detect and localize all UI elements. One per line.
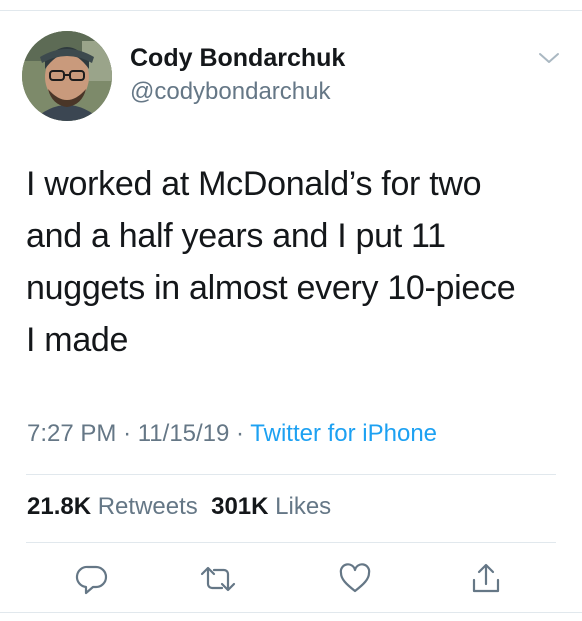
author-display-name[interactable]: Cody Bondarchuk [130,44,345,73]
reply-button[interactable] [74,562,110,596]
reply-icon [75,565,108,595]
retweet-icon [200,566,236,592]
top-divider [0,10,582,11]
author-handle[interactable]: @codybondarchuk [130,78,330,106]
likes-label: Likes [275,493,332,520]
retweet-button[interactable] [198,562,236,596]
meta-separator: · [123,420,132,447]
tweet-date: 11/15/19 [137,420,230,447]
tweet-text: I worked at McDonald’s for two and a hal… [26,165,516,359]
chevron-down-icon[interactable] [537,50,561,66]
divider [26,542,556,543]
share-icon [472,563,500,593]
meta-separator: · [236,420,245,447]
heart-icon [339,563,371,593]
tweet-source-link[interactable]: Twitter for iPhone [250,420,437,447]
tweet-meta: 7:27 PM · 11/15/19 · Twitter for iPhone [27,420,437,448]
avatar[interactable] [22,31,112,121]
tweet-stats: 21.8K Retweets 301K Likes [27,493,331,521]
retweets-stat[interactable]: 21.8K Retweets [27,493,198,520]
likes-count: 301K [211,493,269,520]
likes-stat[interactable]: 301K Likes [211,493,331,520]
divider [26,474,556,475]
like-button[interactable] [337,562,373,596]
tweet-time: 7:27 PM [27,420,117,447]
retweets-count: 21.8K [27,493,92,520]
retweets-label: Retweets [97,493,198,520]
bottom-divider [0,612,582,613]
share-button[interactable] [468,562,504,596]
